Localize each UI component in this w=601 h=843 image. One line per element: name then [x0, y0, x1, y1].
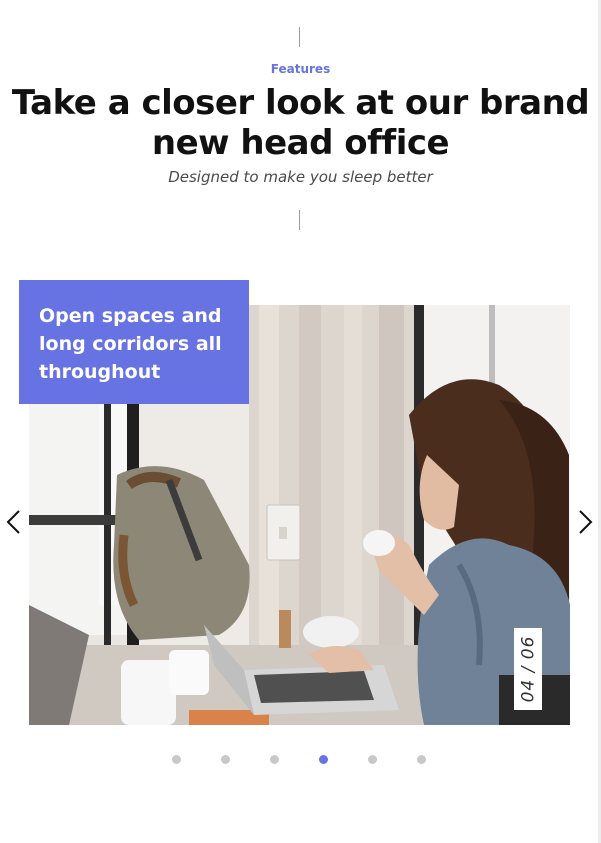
chevron-left-icon	[6, 510, 20, 534]
chevron-right-icon	[579, 510, 593, 534]
pagination-dot-5[interactable]	[368, 755, 377, 764]
prev-slide-button[interactable]	[5, 509, 23, 535]
section-title: Take a closer look at our brand new head…	[11, 83, 590, 163]
slider-pagination	[172, 755, 432, 765]
slide-counter: 04 / 06	[514, 628, 542, 710]
slide-caption-card: Open spaces and long corridors all throu…	[19, 280, 249, 404]
section-eyebrow: Features	[270, 62, 331, 76]
pagination-dot-1[interactable]	[172, 755, 181, 764]
section-subtitle: Designed to make you sleep better	[168, 168, 433, 186]
pagination-dot-4[interactable]	[319, 755, 328, 764]
next-slide-button[interactable]	[576, 509, 594, 535]
slide-counter-text: 04 / 06	[518, 635, 538, 703]
pagination-dot-6[interactable]	[417, 755, 426, 764]
bottom-divider	[299, 210, 300, 230]
slide-caption: Open spaces and long corridors all throu…	[39, 305, 222, 383]
pagination-dot-2[interactable]	[221, 755, 230, 764]
pagination-dot-3[interactable]	[270, 755, 279, 764]
top-divider	[299, 27, 300, 47]
